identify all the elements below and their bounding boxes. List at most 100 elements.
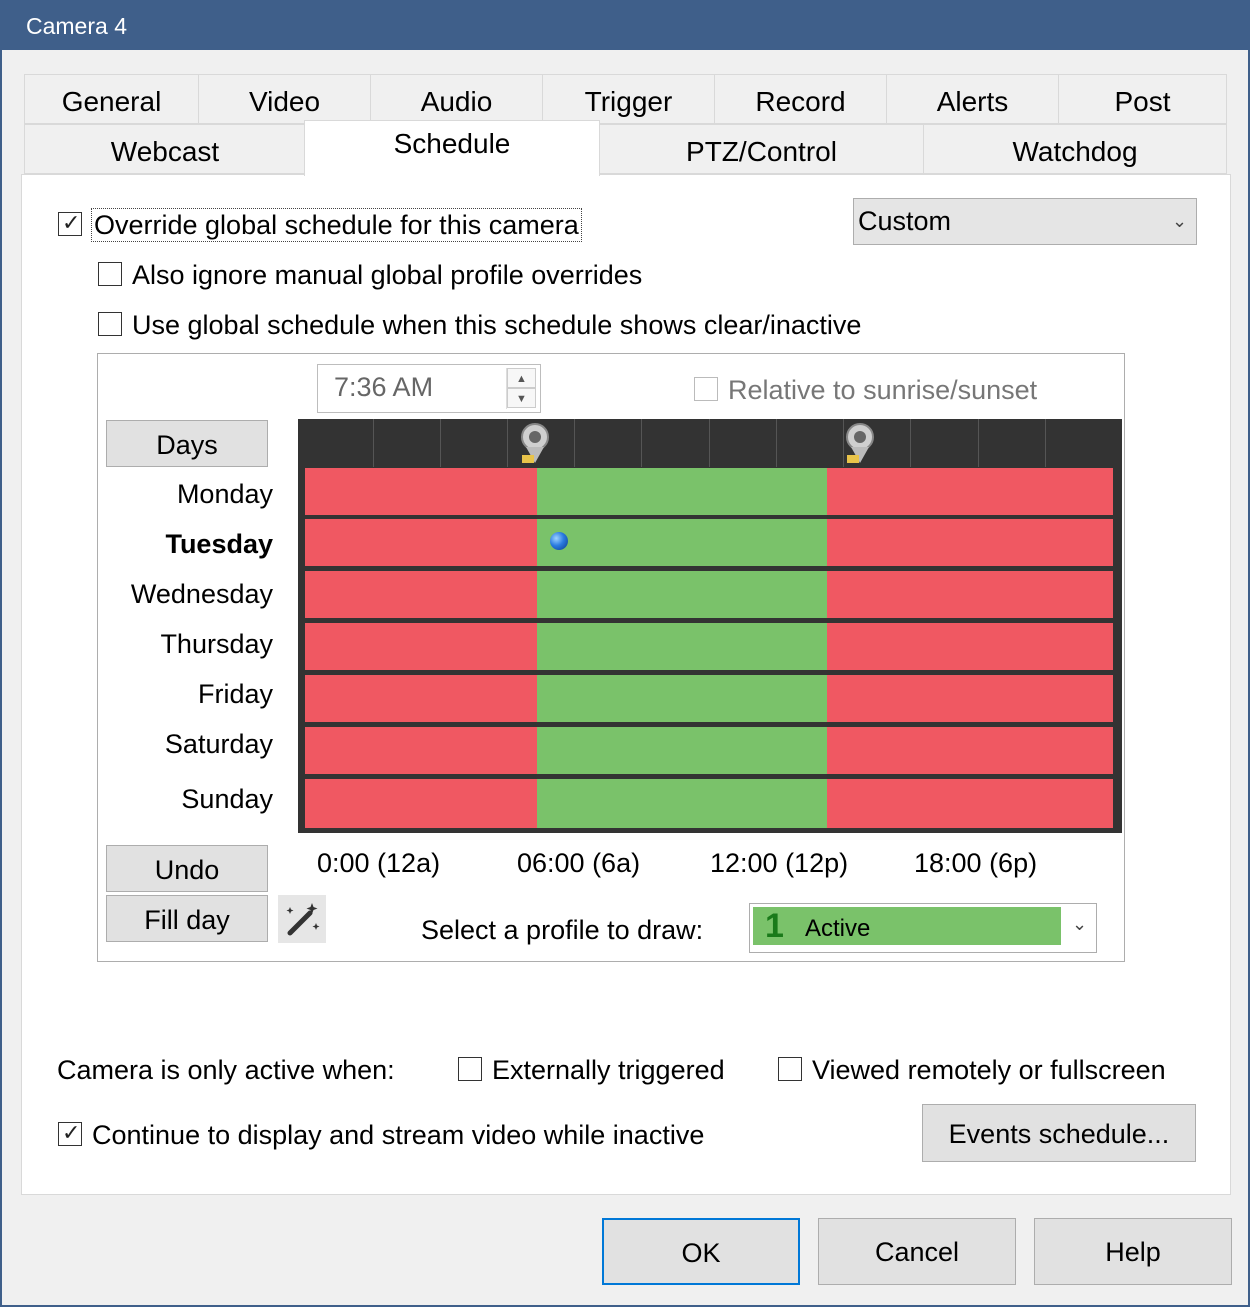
time-spinner[interactable]: 7:36 AM ▲ ▼ (317, 364, 541, 413)
hour-divider (440, 419, 441, 467)
time-label-12: 12:00 (12p) (710, 848, 849, 878)
hour-divider (507, 419, 508, 467)
time-label-18: 18:00 (6p) (914, 848, 1038, 878)
active-segment (537, 623, 827, 670)
day-label-wednesday: Wednesday (130, 579, 273, 609)
schedule-row-friday[interactable] (305, 675, 1113, 722)
use-global-checkbox[interactable] (98, 312, 122, 336)
schedule-row-sunday[interactable] (305, 779, 1113, 828)
active-when-label: Camera is only active when: (57, 1055, 395, 1085)
relative-sun-checkbox[interactable] (694, 377, 718, 401)
schedule-row-saturday[interactable] (305, 727, 1113, 774)
active-segment (537, 727, 827, 774)
end-marker-icon[interactable] (841, 421, 879, 465)
window-title: Camera 4 (2, 2, 1248, 50)
schedule-grid[interactable] (298, 419, 1122, 833)
tab-post[interactable]: Post (1058, 74, 1227, 124)
tab-watchdog[interactable]: Watchdog (923, 124, 1227, 174)
day-label-monday: Monday (176, 479, 273, 509)
ok-button[interactable]: OK (602, 1218, 800, 1285)
time-label-6: 06:00 (6a) (517, 848, 641, 878)
day-label-sunday: Sunday (181, 784, 273, 814)
check-icon: ✓ (62, 210, 81, 235)
use-global-label: Use global schedule when this schedule s… (132, 310, 862, 340)
viewed-remotely-label: Viewed remotely or fullscreen (812, 1055, 1166, 1085)
grid-header (298, 419, 1122, 467)
day-label-friday: Friday (197, 679, 273, 709)
help-button[interactable]: Help (1034, 1218, 1232, 1285)
undo-button[interactable]: Undo (106, 845, 268, 892)
hour-divider (574, 419, 575, 467)
hour-divider (709, 419, 710, 467)
inactive-segment (826, 779, 1113, 828)
active-segment (537, 675, 827, 722)
relative-sun-label: Relative to sunrise/sunset (728, 375, 1038, 405)
tab-audio[interactable]: Audio (370, 74, 543, 124)
active-segment (537, 571, 827, 618)
tab-ptz-control[interactable]: PTZ/Control (599, 124, 924, 174)
override-label[interactable]: Override global schedule for this camera (91, 208, 582, 242)
tab-general[interactable]: General (24, 74, 199, 124)
tab-alerts[interactable]: Alerts (886, 74, 1059, 124)
tab-webcast[interactable]: Webcast (24, 124, 306, 174)
hour-divider (1045, 419, 1046, 467)
tab-schedule[interactable]: Schedule (304, 120, 600, 176)
check-icon: ✓ (62, 1120, 81, 1145)
schedule-select[interactable]: Custom ⌄ (853, 198, 1197, 245)
inactive-segment (305, 468, 538, 515)
inactive-segment (305, 571, 538, 618)
profile-name: Active (805, 915, 871, 942)
active-segment (537, 779, 827, 828)
profile-draw-label: Select a profile to draw: (421, 915, 704, 945)
schedule-select-value: Custom (858, 206, 952, 236)
inactive-segment (826, 727, 1113, 774)
fill-day-button[interactable]: Fill day (106, 895, 268, 942)
spin-up-icon[interactable]: ▲ (507, 368, 536, 388)
chevron-down-icon: ⌄ (1172, 211, 1188, 231)
day-label-saturday: Saturday (164, 729, 273, 759)
cancel-button[interactable]: Cancel (818, 1218, 1016, 1285)
chevron-down-icon: ⌄ (1072, 914, 1088, 934)
tab-video[interactable]: Video (198, 74, 371, 124)
schedule-row-monday[interactable] (305, 468, 1113, 515)
inactive-segment (305, 519, 538, 566)
continue-display-label: Continue to display and stream video whi… (92, 1120, 705, 1150)
hour-divider (373, 419, 374, 467)
continue-display-checkbox[interactable]: ✓ (58, 1120, 82, 1146)
day-label-tuesday: Tuesday (165, 529, 273, 559)
inactive-segment (305, 623, 538, 670)
ignore-manual-checkbox[interactable] (98, 262, 122, 286)
tab-record[interactable]: Record (714, 74, 887, 124)
time-label-0: 0:00 (12a) (317, 848, 441, 878)
current-time-indicator (550, 532, 568, 550)
events-schedule-button[interactable]: Events schedule... (922, 1104, 1196, 1162)
tab-trigger[interactable]: Trigger (542, 74, 715, 124)
spin-down-icon[interactable]: ▼ (507, 388, 536, 408)
magic-wand-icon (286, 903, 320, 936)
externally-triggered-checkbox[interactable] (458, 1057, 482, 1081)
time-spinner-value: 7:36 AM (334, 372, 434, 402)
hour-divider (910, 419, 911, 467)
schedule-row-wednesday[interactable] (305, 571, 1113, 618)
inactive-segment (826, 675, 1113, 722)
profile-number: 1 (765, 907, 784, 945)
hour-divider (978, 419, 979, 467)
active-segment (537, 519, 827, 566)
start-marker-icon[interactable] (516, 421, 554, 465)
ignore-manual-label: Also ignore manual global profile overri… (132, 260, 643, 290)
schedule-row-tuesday[interactable] (305, 519, 1113, 566)
viewed-remotely-checkbox[interactable] (778, 1057, 802, 1081)
inactive-segment (826, 519, 1113, 566)
inactive-segment (305, 675, 538, 722)
day-label-thursday: Thursday (160, 629, 273, 659)
days-button[interactable]: Days (106, 420, 268, 467)
hour-divider (641, 419, 642, 467)
magic-wand-button[interactable] (278, 895, 326, 943)
camera-dialog: Camera 4 General Video Audio Trigger Rec… (0, 0, 1250, 1307)
schedule-row-thursday[interactable] (305, 623, 1113, 670)
inactive-segment (826, 468, 1113, 515)
profile-draw-select[interactable]: 1 Active ⌄ (749, 903, 1097, 953)
override-checkbox[interactable]: ✓ (58, 210, 82, 236)
spinner-arrows: ▲ ▼ (506, 368, 536, 409)
externally-triggered-label: Externally triggered (492, 1055, 725, 1085)
